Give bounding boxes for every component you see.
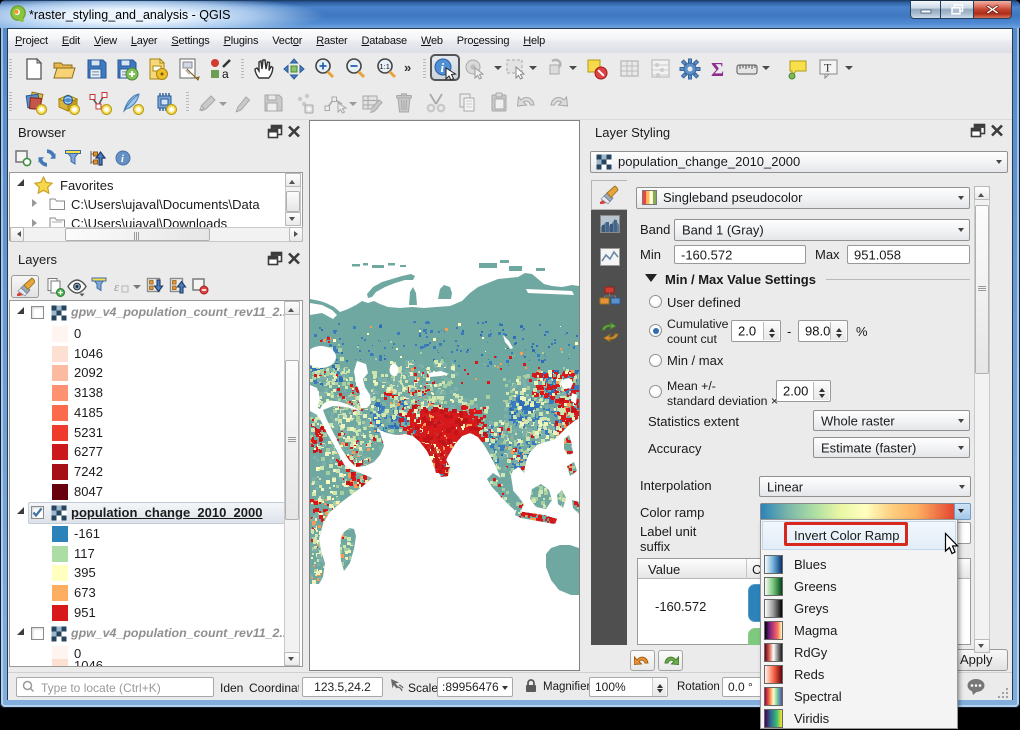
svg-text:Σ: Σ — [711, 59, 724, 81]
svg-text:ε: ε — [114, 279, 120, 294]
svg-text:a: a — [222, 67, 229, 81]
svg-text:T: T — [824, 61, 832, 75]
svg-text:i: i — [121, 154, 124, 165]
svg-text:i: i — [441, 60, 445, 75]
svg-text:1:1: 1:1 — [380, 62, 390, 71]
